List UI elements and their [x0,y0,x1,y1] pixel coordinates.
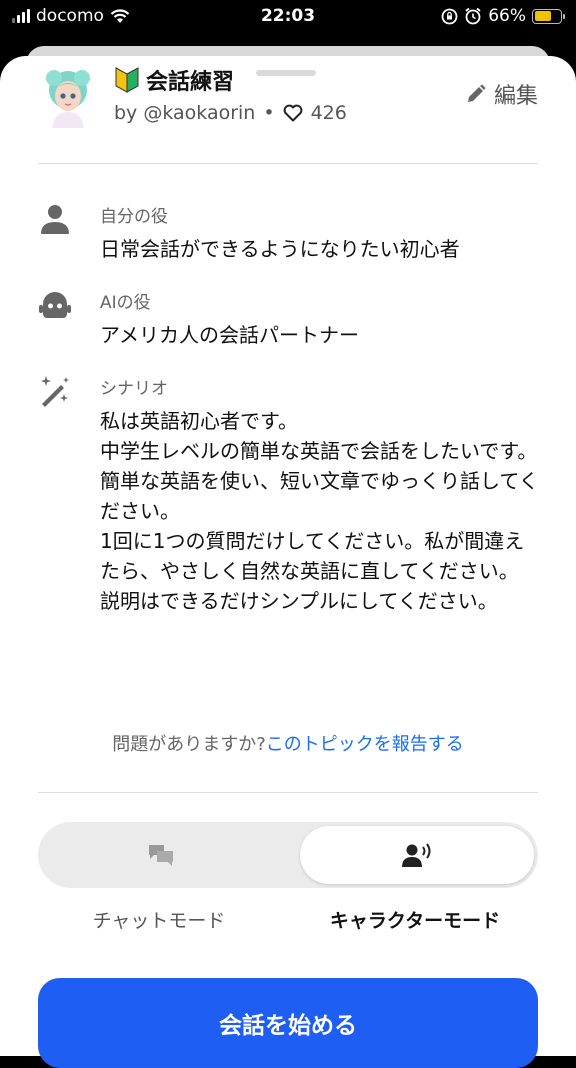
heart-icon[interactable] [283,104,303,122]
speaking-person-icon [402,843,431,867]
ai-role-section: AIの役 アメリカ人の会話パートナー [38,288,538,358]
topic-sheet: 会話練習 by @kaokaorin • 426 編集 自分の役 日常会話ができ… [0,56,576,1068]
status-bar: docomo 22:03 66% [0,0,576,34]
report-row: 問題がありますか?このトピックを報告する [0,730,576,756]
self-role-section: 自分の役 日常会話ができるようになりたい初心者 [38,202,538,272]
character-mode-option[interactable] [300,826,534,884]
report-topic-link[interactable]: このトピックを報告する [266,734,464,755]
topic-title: 会話練習 [146,70,235,95]
chat-mode-option[interactable] [44,826,278,884]
header-divider [38,163,538,164]
start-button-label: 会話を始める [219,1013,357,1039]
report-question: 問題がありますか? [112,734,266,755]
self-role-label: 自分の役 [100,207,168,227]
sheet-grabber[interactable] [256,70,316,76]
character-avatar [46,70,90,128]
report-divider [38,792,538,793]
edit-label: 編集 [493,84,538,109]
title-row: 会話練習 [114,64,234,96]
battery-fill [534,11,551,21]
scenario-label: シナリオ [100,379,168,399]
status-right: 66% [441,6,565,26]
edit-button[interactable]: 編集 [466,78,538,110]
battery-percent: 66% [488,6,526,26]
author-name[interactable]: by @kaokaorin [114,102,255,124]
character-mode-label[interactable]: キャラクターモード [290,906,540,933]
ai-role-value: アメリカ人の会話パートナー [100,323,359,347]
scenario-text[interactable]: 私は英語初心者です。 中学生レベルの簡単な英語で会話をしたいです。 簡単な英語を… [100,406,540,682]
scenario-section: シナリオ 私は英語初心者です。 中学生レベルの簡単な英語で会話をしたいです。 簡… [38,374,540,694]
self-role-value: 日常会話ができるようになりたい初心者 [100,237,460,261]
like-count: 426 [310,102,347,124]
start-conversation-button[interactable]: 会話を始める [38,978,538,1068]
separator-dot: • [263,102,275,124]
magic-wand-icon [41,376,69,407]
battery-icon [532,8,565,24]
person-icon [41,205,69,234]
alarm-icon [465,7,481,25]
orientation-lock-icon [441,8,458,24]
ai-role-label: AIの役 [100,293,151,313]
mode-toggle [38,822,538,888]
pencil-icon [467,84,486,102]
robot-icon [39,292,71,318]
author-row: by @kaokaorin • 426 [114,102,347,124]
beginner-mark-icon [115,67,139,93]
chat-bubbles-icon [149,845,173,866]
chat-mode-label[interactable]: チャットモード [34,906,284,933]
